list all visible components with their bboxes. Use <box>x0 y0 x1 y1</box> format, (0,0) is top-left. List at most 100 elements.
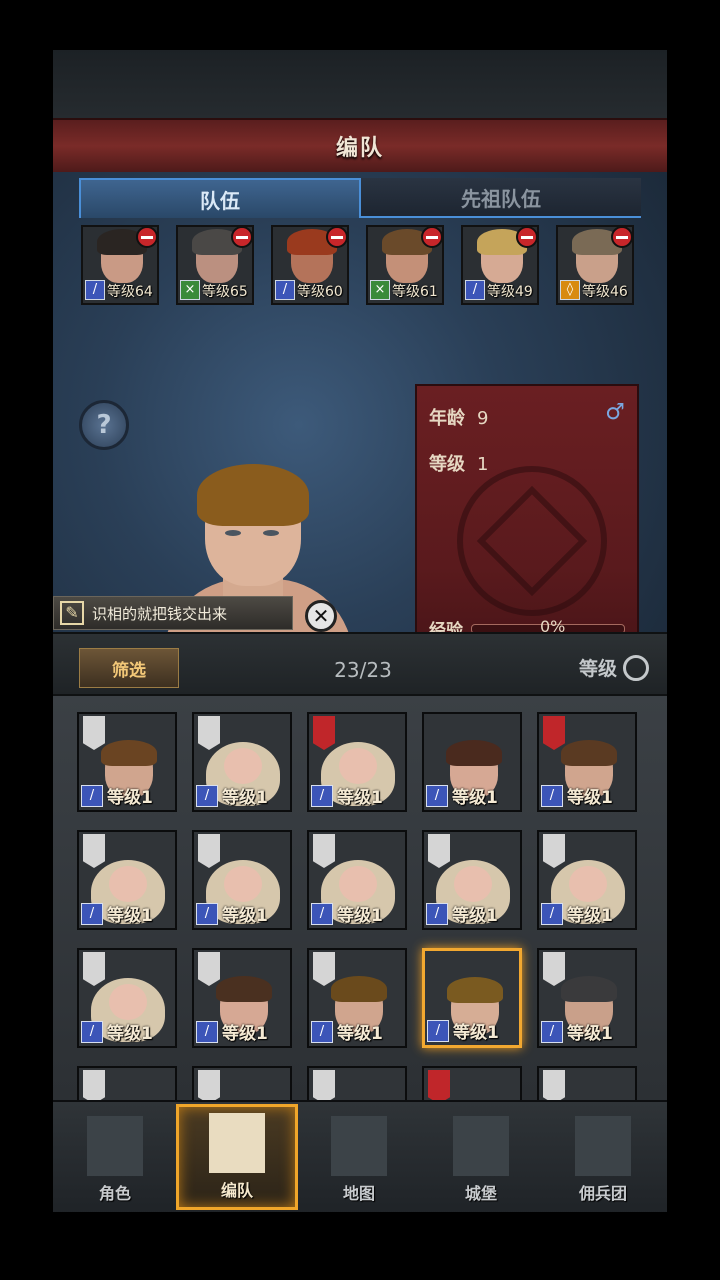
sword-icon: / <box>426 903 448 925</box>
help-button[interactable]: ? <box>79 400 129 450</box>
bookmark-tag-icon <box>428 834 450 868</box>
roster-card[interactable]: / 等级1 <box>307 712 407 812</box>
exp-label: 经验 <box>429 621 463 632</box>
nav-item[interactable]: 佣兵团 <box>542 1104 664 1210</box>
member-level: 等级60 <box>297 284 343 300</box>
roster-card[interactable] <box>537 1066 637 1100</box>
bookmark-tag-icon <box>198 834 220 868</box>
crossed-swords-icon: × <box>180 280 200 300</box>
roster-card[interactable]: / 等级1 <box>192 712 292 812</box>
roster-card[interactable]: / 等级1 <box>422 948 522 1048</box>
remove-icon[interactable] <box>516 227 537 248</box>
nav-label: 地图 <box>342 1184 375 1203</box>
team-member-slot[interactable]: × 等级65 <box>176 225 254 305</box>
card-level: 等级1 <box>567 906 613 926</box>
formation-panel: 队伍 先祖队伍 / 等级64 × 等级65/等级60 × 等级61/等级49 ◊ 等级46 ?… <box>53 172 667 632</box>
roster-card[interactable]: / 等级1 <box>307 830 407 930</box>
team-member-slot[interactable]: / 等级60 <box>271 225 349 305</box>
portrait-hair <box>446 740 502 766</box>
helmet-icon <box>209 1113 265 1173</box>
roster-card[interactable]: / 等级1 <box>537 712 637 812</box>
roster-card[interactable]: / 等级1 <box>77 830 177 930</box>
title-bar: 编队 <box>53 118 667 174</box>
roster-card[interactable] <box>77 1066 177 1100</box>
age-label: 年龄 <box>429 408 465 429</box>
card-level: 等级1 <box>107 1024 153 1044</box>
sword-icon: / <box>81 1021 103 1043</box>
page-title: 编队 <box>335 136 384 161</box>
nav-item[interactable]: 编队 <box>176 1104 298 1210</box>
card-level: 等级1 <box>567 1024 613 1044</box>
sword-icon: / <box>541 785 563 807</box>
filter-button[interactable]: 筛选 <box>79 648 179 688</box>
bookmark-tag-icon <box>198 1070 220 1100</box>
sword-icon: / <box>541 903 563 925</box>
nav-item[interactable]: 地图 <box>298 1104 420 1210</box>
roster-card[interactable]: / 等级1 <box>307 948 407 1048</box>
red-banner-tag-icon <box>313 716 335 750</box>
portrait-hair <box>331 976 387 1002</box>
team-member-slot[interactable]: ◊ 等级46 <box>556 225 634 305</box>
card-level: 等级1 <box>222 1024 268 1044</box>
nav-label: 佣兵团 <box>578 1184 627 1203</box>
remove-icon[interactable] <box>136 227 157 248</box>
roster-card[interactable] <box>422 1066 522 1100</box>
roster-card[interactable] <box>192 1066 292 1100</box>
team-member-slot[interactable]: / 等级49 <box>461 225 539 305</box>
tab-ancestor-team[interactable]: 先祖队伍 <box>361 178 641 218</box>
roster-count: 23/23 <box>334 658 392 682</box>
bookmark-tag-icon <box>198 716 220 750</box>
bookmark-tag-icon <box>313 834 335 868</box>
roster-card[interactable]: / 等级1 <box>537 830 637 930</box>
remove-icon[interactable] <box>231 227 252 248</box>
filter-bar: 筛选 23/23 等级 <box>53 632 667 696</box>
baby-face <box>224 866 262 902</box>
card-level: 等级1 <box>453 1023 499 1043</box>
level-value: 1 <box>477 454 489 475</box>
card-level: 等级1 <box>222 788 268 808</box>
team-member-slot[interactable]: / 等级64 <box>81 225 159 305</box>
nav-item[interactable]: 角色 <box>54 1104 176 1210</box>
card-level: 等级1 <box>337 906 383 926</box>
roster-card[interactable]: / 等级1 <box>192 830 292 930</box>
level-label: 等级 <box>429 454 465 475</box>
team-member-slot[interactable]: × 等级61 <box>366 225 444 305</box>
card-level: 等级1 <box>452 788 498 808</box>
sword-icon: / <box>541 1021 563 1043</box>
card-level: 等级1 <box>567 788 613 808</box>
card-level: 等级1 <box>337 788 383 808</box>
bookmark-tag-icon <box>83 716 105 750</box>
red-banner-tag-icon <box>543 716 565 750</box>
sword-icon: / <box>426 785 448 807</box>
remove-icon[interactable] <box>421 227 442 248</box>
portrait-hair <box>447 977 503 1003</box>
bookmark-tag-icon <box>313 1070 335 1100</box>
close-button[interactable]: ✕ <box>305 600 337 632</box>
question-icon: ? <box>96 410 112 440</box>
roster-card[interactable]: / 等级1 <box>537 948 637 1048</box>
shield-icon: ◊ <box>560 280 580 300</box>
nav-item[interactable]: 城堡 <box>420 1104 542 1210</box>
roster-card[interactable]: / 等级1 <box>77 712 177 812</box>
roster-card[interactable]: / 等级1 <box>422 830 522 930</box>
sword-icon: / <box>311 1021 333 1043</box>
roster-card[interactable] <box>307 1066 407 1100</box>
bookmark-tag-icon <box>543 834 565 868</box>
remove-icon[interactable] <box>611 227 632 248</box>
speech-bubble[interactable]: ✎ 识相的就把钱交出来 <box>53 596 293 630</box>
baby-face <box>109 866 147 902</box>
member-level: 等级61 <box>392 284 438 300</box>
sword-icon: / <box>196 1021 218 1043</box>
sword-icon: / <box>196 785 218 807</box>
roster-card[interactable]: / 等级1 <box>192 948 292 1048</box>
sort-label: 等级 <box>578 658 617 680</box>
roster-card[interactable]: / 等级1 <box>422 712 522 812</box>
tab-team[interactable]: 队伍 <box>79 178 361 218</box>
sort-button[interactable]: 等级 <box>579 654 649 681</box>
roster-card[interactable]: / 等级1 <box>77 948 177 1048</box>
sword-icon: / <box>427 1020 449 1042</box>
card-level: 等级1 <box>222 906 268 926</box>
remove-icon[interactable] <box>326 227 347 248</box>
baby-face <box>339 748 377 784</box>
crossed-swords-icon: × <box>370 280 390 300</box>
